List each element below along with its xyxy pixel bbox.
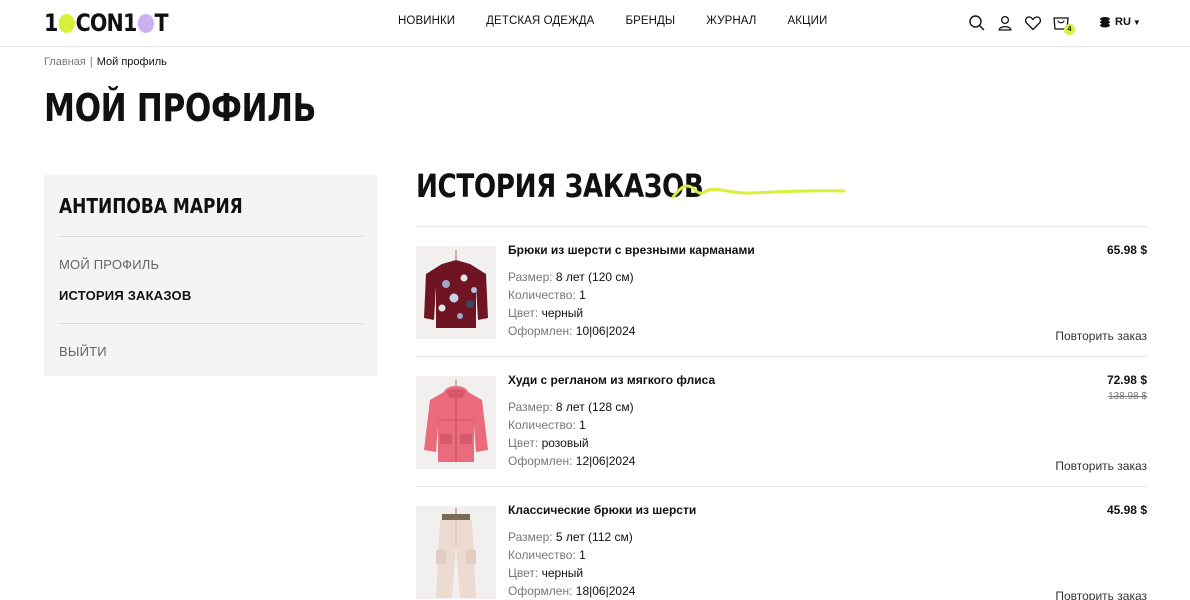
attr-label: Цвет: [508, 306, 539, 320]
product-price: 65.98 $ [1106, 243, 1147, 257]
user-name: АНТИПОВА МАРИЯ [59, 194, 243, 218]
order-date: Оформлен: 12|06|2024 [508, 454, 635, 468]
product-image-sweater[interactable] [416, 246, 496, 339]
product-color: Цвет: черный [508, 306, 583, 320]
logo-dot-yellow [58, 13, 75, 33]
nav-item-kids-clothing[interactable]: ДЕТСКАЯ ОДЕЖДА [486, 15, 594, 27]
repeat-order-button[interactable]: Повторить заказ [1055, 329, 1147, 343]
attr-label: Количество: [508, 418, 576, 432]
product-quantity: Количество: 1 [508, 288, 586, 302]
attr-value: розовый [541, 436, 589, 450]
profile-sidebar: АНТИПОВА МАРИЯ МОЙ ПРОФИЛЬ ИСТОРИЯ ЗАКАЗ… [44, 175, 378, 376]
cart-count-badge: 4 [1064, 24, 1075, 35]
user-icon[interactable] [996, 14, 1014, 32]
attr-value: 5 лет (112 см) [555, 530, 633, 544]
order-item: Худи с регланом из мягкого флиса Размер:… [416, 357, 1147, 487]
nav-item-sales[interactable]: АКЦИИ [787, 15, 827, 27]
logo-part: 1 [44, 9, 58, 37]
attr-value: 8 лет (128 см) [555, 400, 634, 414]
language-label: RU [1115, 16, 1131, 28]
attr-label: Оформлен: [508, 324, 573, 338]
sidebar-divider [59, 323, 363, 324]
product-name[interactable]: Брюки из шерсти с врезными карманами [508, 243, 755, 257]
attr-label: Цвет: [508, 436, 539, 450]
caret-down-icon: ▼ [1132, 17, 1141, 27]
product-size: Размер: 5 лет (112 см) [508, 530, 633, 544]
brand-logo[interactable]: 1 CON1 T [44, 9, 169, 37]
breadcrumb: Главная | Мой профиль [44, 56, 167, 68]
language-selector[interactable]: RU ▼ [1098, 15, 1141, 29]
attr-label: Размер: [508, 400, 553, 414]
attr-label: Размер: [508, 270, 553, 284]
order-item: Классические брюки из шерсти Размер: 5 л… [416, 487, 1147, 600]
product-size: Размер: 8 лет (120 см) [508, 270, 634, 284]
sidebar-item-logout[interactable]: ВЫЙТИ [59, 344, 107, 359]
product-old-price: 138.98 $ [1108, 391, 1147, 402]
logo-part: CON1 [75, 9, 138, 37]
product-name[interactable]: Классические брюки из шерсти [508, 503, 696, 517]
nav-item-new[interactable]: НОВИНКИ [398, 15, 455, 27]
logo-part: T [154, 9, 169, 37]
attr-label: Количество: [508, 548, 576, 562]
sidebar-divider [59, 236, 363, 237]
product-quantity: Количество: 1 [508, 548, 586, 562]
attr-value: 12|06|2024 [575, 454, 636, 468]
attr-value: 1 [579, 288, 586, 302]
attr-value: 1 [579, 548, 586, 562]
sidebar-item-profile[interactable]: МОЙ ПРОФИЛЬ [59, 257, 159, 272]
attr-label: Оформлен: [508, 454, 573, 468]
nav-item-journal[interactable]: ЖУРНАЛ [706, 15, 756, 27]
product-size: Размер: 8 лет (128 см) [508, 400, 634, 414]
product-image-jacket[interactable] [416, 376, 496, 469]
attr-value: черный [541, 306, 584, 320]
sidebar-item-orders[interactable]: ИСТОРИЯ ЗАКАЗОВ [59, 288, 191, 303]
attr-value: 8 лет (120 см) [555, 270, 634, 284]
product-price: 45.98 $ [1106, 503, 1147, 517]
search-icon[interactable] [968, 14, 986, 32]
header-icons: 4 [968, 13, 1080, 35]
product-image-pants[interactable] [416, 506, 496, 599]
orders-section-title: ИСТОРИЯ ЗАКАЗОВ [416, 167, 704, 205]
attr-label: Цвет: [508, 566, 539, 580]
cart-icon[interactable]: 4 [1052, 14, 1075, 35]
repeat-order-button[interactable]: Повторить заказ [1055, 459, 1147, 473]
order-date: Оформлен: 18|06|2024 [508, 584, 635, 598]
attr-label: Размер: [508, 530, 553, 544]
order-item: Брюки из шерсти с врезными карманами Раз… [416, 227, 1147, 357]
breadcrumb-separator: | [89, 56, 93, 68]
product-color: Цвет: черный [508, 566, 583, 580]
heart-icon[interactable] [1024, 14, 1042, 32]
site-header: 1 CON1 T НОВИНКИ ДЕТСКАЯ ОДЕЖДА БРЕНДЫ Ж… [0, 0, 1190, 47]
product-color: Цвет: розовый [508, 436, 589, 450]
breadcrumb-current: Мой профиль [96, 56, 167, 68]
logo-dot-lilac [137, 13, 154, 33]
product-name[interactable]: Худи с регланом из мягкого флиса [508, 373, 715, 387]
attr-value: черный [541, 566, 584, 580]
page-title: МОЙ ПРОФИЛЬ [44, 86, 316, 130]
breadcrumb-home[interactable]: Главная [44, 56, 86, 68]
product-quantity: Количество: 1 [508, 418, 586, 432]
nav-item-brands[interactable]: БРЕНДЫ [625, 15, 675, 27]
attr-value: 10|06|2024 [575, 324, 636, 338]
main-nav: НОВИНКИ ДЕТСКАЯ ОДЕЖДА БРЕНДЫ ЖУРНАЛ АКЦ… [398, 15, 858, 27]
order-date: Оформлен: 10|06|2024 [508, 324, 635, 338]
coins-icon [1100, 17, 1110, 28]
attr-label: Количество: [508, 288, 576, 302]
attr-label: Оформлен: [508, 584, 573, 598]
decorative-squiggle [671, 184, 846, 199]
repeat-order-button[interactable]: Повторить заказ [1055, 589, 1147, 600]
attr-value: 18|06|2024 [575, 584, 636, 598]
product-price: 72.98 $ [1106, 373, 1147, 387]
attr-value: 1 [579, 418, 586, 432]
